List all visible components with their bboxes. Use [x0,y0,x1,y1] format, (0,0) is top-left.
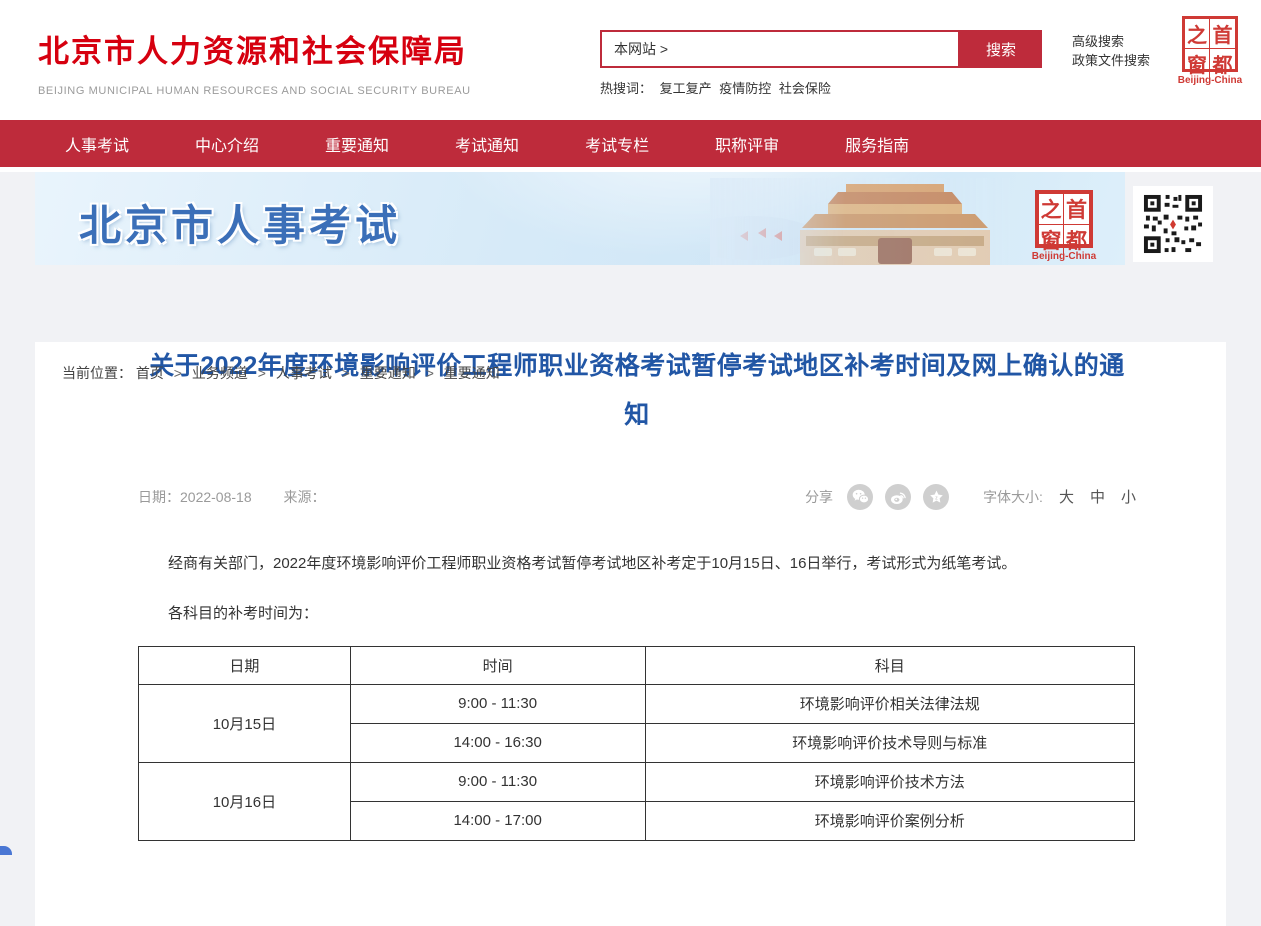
time-cell: 14:00 - 17:00 [350,801,645,840]
article-content-card: 当前位置： 首页 > 业务频道 > 人事考试 > 重要通知 > 重要通知 关于2… [35,342,1226,926]
fontsize-label: 字体大小: [983,487,1043,507]
site-name: 北京市人力资源和社会保障局 [38,26,471,71]
fontsize-large-button[interactable]: 大 [1059,486,1074,507]
table-header-row: 日期 时间 科目 [139,646,1135,684]
article-date: 2022-08-18 [180,489,252,505]
breadcrumb-label: 当前位置： [62,365,132,381]
seal-icon: 之 首 窗 都 [1035,190,1093,248]
policy-search-link[interactable]: 政策文件搜索 [1072,51,1182,70]
qzone-star-icon: z [928,489,945,505]
tiananmen-illustration-icon [710,178,1010,265]
column-header-date: 日期 [139,646,351,684]
subject-cell: 环境影响评价相关法律法规 [645,684,1135,723]
exam-schedule-table: 日期 时间 科目 10月15日 9:00 - 11:30 环境影响评价相关法律法… [138,646,1135,841]
nav-item-personnel-exam[interactable]: 人事考试 [65,132,129,156]
time-cell: 14:00 - 16:30 [350,723,645,762]
nav-item-important-notice[interactable]: 重要通知 [325,132,389,156]
share-wechat-button[interactable] [847,484,873,510]
breadcrumb-important-notice[interactable]: 重要通知 [360,365,416,381]
subject-cell: 环境影响评价技术方法 [645,762,1135,801]
site-header: 北京市人力资源和社会保障局 BEIJING MUNICIPAL HUMAN RE… [0,0,1261,120]
site-logo[interactable]: 北京市人力资源和社会保障局 BEIJING MUNICIPAL HUMAN RE… [38,26,471,97]
fontsize-small-button[interactable]: 小 [1121,486,1136,507]
nav-item-title-review[interactable]: 职称评审 [715,132,779,156]
article-meta-row: 日期：2022-08-18 来源： 分享 [138,484,1136,510]
column-header-time: 时间 [350,646,645,684]
hot-word-link[interactable]: 社会保险 [779,81,831,96]
article-date-source: 日期：2022-08-18 来源： [138,487,805,507]
column-header-subject: 科目 [645,646,1135,684]
nav-item-exam-notice[interactable]: 考试通知 [455,132,519,156]
date-cell: 10月16日 [139,762,351,840]
hot-word-link[interactable]: 疫情防控 [719,81,771,96]
banner-title: 北京市人事考试 [79,192,401,253]
nav-item-exam-column[interactable]: 考试专栏 [585,132,649,156]
nav-item-service-guide[interactable]: 服务指南 [845,132,909,156]
qr-code-icon [1142,193,1204,255]
time-cell: 9:00 - 11:30 [350,762,645,801]
article-title: 关于2022年度环境影响评价工程师职业资格考试暂停考试地区补考时间及网上确认的通… [138,342,1136,440]
table-row: 10月15日 9:00 - 11:30 环境影响评价相关法律法规 [139,684,1135,723]
fontsize-medium-button[interactable]: 中 [1090,486,1105,507]
table-row: 10月16日 9:00 - 11:30 环境影响评价技术方法 [139,762,1135,801]
wechat-icon [852,489,869,504]
advanced-search-link[interactable]: 高级搜索 [1072,32,1182,51]
date-cell: 10月15日 [139,684,351,762]
breadcrumb-separator: > [342,365,350,381]
breadcrumb: 当前位置： 首页 > 业务频道 > 人事考试 > 重要通知 > 重要通知 [62,363,500,383]
site-name-english: BEIJING MUNICIPAL HUMAN RESOURCES AND SO… [38,85,471,97]
subject-cell: 环境影响评价案例分析 [645,801,1135,840]
breadcrumb-personnel-exam[interactable]: 人事考试 [276,365,332,381]
breadcrumb-separator: > [258,365,266,381]
nav-item-center-intro[interactable]: 中心介绍 [195,132,259,156]
hot-word-link[interactable]: 复工复产 [660,81,712,96]
seal-caption: Beijing-China [1025,251,1103,262]
capital-window-seal-logo[interactable]: 之 首 窗 都 Beijing-China [1175,16,1245,86]
breadcrumb-separator: > [426,365,434,381]
corner-blue-artifact [0,846,12,855]
hot-words-label: 热搜词： [600,81,652,96]
share-weibo-button[interactable] [885,484,911,510]
breadcrumb-home[interactable]: 首页 [136,365,164,381]
breadcrumb-current[interactable]: 重要通知 [444,365,500,381]
weibo-icon [890,489,907,505]
banner-capital-window-seal: 之 首 窗 都 Beijing-China [1025,190,1103,262]
article-paragraph: 经商有关部门，2022年度环境影响评价工程师职业资格考试暂停考试地区补考定于10… [138,552,1136,576]
share-qzone-button[interactable]: z [923,484,949,510]
personnel-exam-banner: 北京市人事考试 之 首 窗 都 Beijing-China [35,172,1125,265]
seal-caption: Beijing-China [1175,75,1245,86]
breadcrumb-business-channel[interactable]: 业务频道 [192,365,248,381]
date-label: 日期： [138,489,180,505]
search-area: 本网站 > 搜索 高级搜索 政策文件搜索 热搜词： 复工复产 疫情防控 社会保险 [600,30,1042,97]
subject-cell: 环境影响评价技术导则与标准 [645,723,1135,762]
search-button[interactable]: 搜索 [960,30,1042,68]
search-input[interactable]: 本网站 > [600,30,960,68]
qr-code-card [1133,186,1213,262]
svg-text:z: z [935,495,938,501]
seal-icon: 之 首 窗 都 [1182,16,1238,72]
banner-row: 北京市人事考试 之 首 窗 都 Beijing-China [0,172,1261,268]
main-navigation: 人事考试 中心介绍 重要通知 考试通知 考试专栏 职称评审 服务指南 [0,120,1261,167]
share-label: 分享 [805,487,833,507]
time-cell: 9:00 - 11:30 [350,684,645,723]
article-paragraph: 各科目的补考时间为： [138,602,1136,626]
breadcrumb-separator: > [174,365,182,381]
source-label: 来源： [284,489,326,505]
